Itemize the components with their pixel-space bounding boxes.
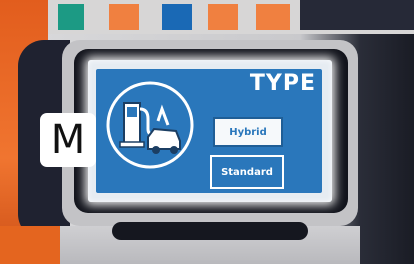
navy-block <box>300 0 414 30</box>
orange-block <box>256 4 290 30</box>
m-badge: M <box>40 113 96 167</box>
display-screen: TYPE Hybrid Standard <box>88 60 332 202</box>
standard-option-label: Standard <box>221 166 273 178</box>
screen-background: TYPE Hybrid Standard <box>96 69 322 193</box>
orange-block <box>208 4 238 30</box>
screen-title: TYPE <box>249 71 316 96</box>
orange-block <box>109 4 139 30</box>
blue-block <box>162 4 192 30</box>
screen-stand <box>112 222 308 240</box>
hybrid-option-button[interactable]: Hybrid <box>213 117 283 147</box>
teal-block <box>58 4 84 30</box>
hybrid-option-label: Hybrid <box>229 126 267 138</box>
fuel-pump-car-icon <box>106 81 194 169</box>
top-panel <box>0 0 414 34</box>
base-orange-panel <box>0 226 60 264</box>
kiosk-photo: TYPE Hybrid Standard M <box>0 0 414 264</box>
standard-option-button[interactable]: Standard <box>210 155 284 189</box>
screen-content: TYPE Hybrid Standard <box>96 69 322 193</box>
